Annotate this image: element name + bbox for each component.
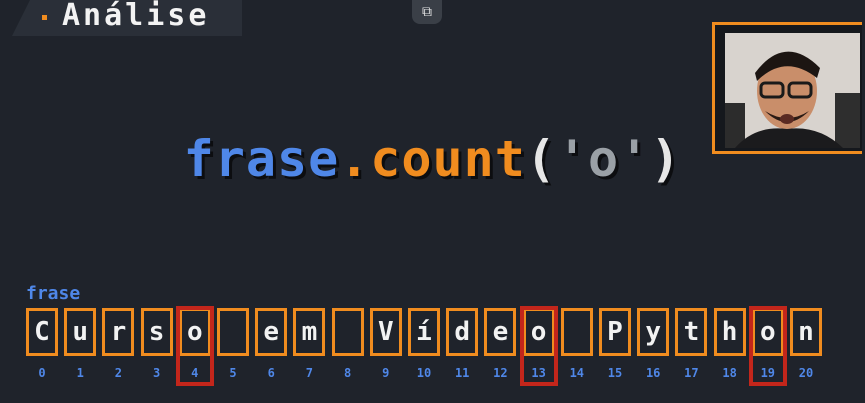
char-index: 6: [267, 366, 275, 380]
code-dot: .: [339, 130, 371, 188]
char-cell: s: [140, 308, 173, 356]
code-object: frase: [183, 130, 340, 188]
char-cell: m: [293, 308, 326, 356]
code-close-paren: ): [650, 130, 682, 188]
char-cell: C: [26, 308, 58, 356]
char-index: 9: [382, 366, 390, 380]
code-expression: frase.count('o'): [0, 130, 865, 188]
char-index: 20: [798, 366, 814, 380]
char-cell: n: [790, 308, 822, 356]
char-index: 17: [684, 366, 699, 380]
char-cell: h: [713, 308, 746, 356]
char-index: 8: [343, 366, 352, 380]
code-argument: 'o': [556, 130, 651, 188]
match-highlight: [519, 306, 558, 386]
char-cell: t: [675, 308, 708, 356]
char-index: 15: [607, 366, 623, 380]
popout-icon[interactable]: ⧉: [412, 0, 442, 24]
char-cell: í: [408, 308, 440, 356]
char-index: 16: [645, 366, 661, 380]
match-highlight: [748, 306, 787, 386]
variable-label: frase: [26, 283, 81, 304]
char-cell: [217, 308, 249, 356]
char-cell: y: [637, 308, 670, 356]
match-highlight: [175, 306, 214, 386]
char-index: 10: [416, 366, 432, 380]
char-cell: P: [599, 308, 631, 356]
char-cell: [560, 308, 593, 356]
char-index: 7: [305, 366, 313, 380]
char-cell: e: [255, 308, 288, 356]
char-index: 11: [454, 366, 470, 380]
char-index: 0: [38, 366, 46, 380]
char-cell: u: [64, 308, 97, 356]
page-title: Análise: [62, 0, 210, 33]
char-index: 3: [152, 366, 161, 380]
char-cell: r: [102, 308, 135, 356]
char-index: 14: [569, 366, 585, 380]
char-cell: e: [484, 308, 517, 356]
char-index: 2: [114, 366, 122, 380]
char-cell: d: [446, 308, 479, 356]
char-index: 18: [722, 366, 737, 380]
code-open-paren: (: [525, 130, 557, 188]
title-dot: [42, 15, 47, 20]
char-index: 1: [76, 366, 84, 380]
string-cells: C0u1r2s3o4 5e6m7 8 V 9 í 10 d 11 e 12 o 13 14 P 15 y 1…: [26, 306, 826, 388]
char-cell: [331, 308, 364, 356]
char-index: 12: [493, 366, 508, 380]
char-cell: V: [369, 308, 402, 356]
code-method: count: [370, 130, 526, 188]
char-index: 5: [229, 366, 237, 380]
